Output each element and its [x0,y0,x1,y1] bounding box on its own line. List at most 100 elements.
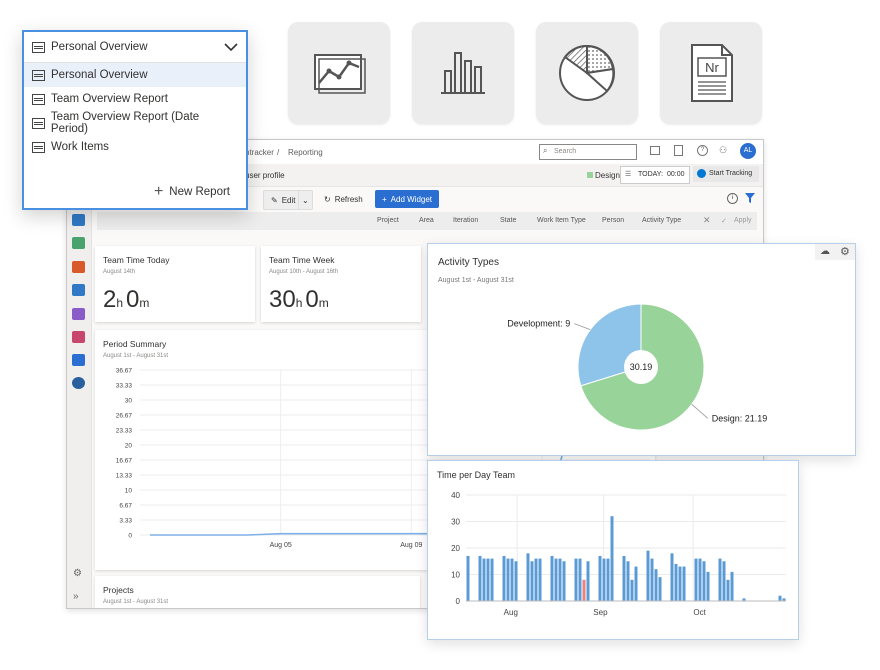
dropdown-item-team-overview-date[interactable]: Team Overview Report (Date Period) [24,111,246,135]
minutes-unit: m [318,296,329,310]
selected-report-label: Personal Overview [51,41,148,53]
collapse-icon[interactable]: » [73,591,79,602]
bar [514,561,518,601]
play-icon [697,169,706,178]
bar [646,550,650,601]
chart-area-tile[interactable] [288,22,390,124]
github-icon[interactable] [72,377,85,389]
bar [602,558,606,601]
timetracker-icon[interactable] [72,354,85,366]
profile-label[interactable]: user profile [245,171,285,180]
card-date: August 1st - August 31st [103,599,169,605]
add-widget-label: Add Widget [390,194,433,204]
bar [482,558,486,601]
left-nav-rail: ⚙ » [67,186,92,608]
hours-unit: h [116,296,124,310]
bar [538,558,542,601]
chevron-down-icon[interactable] [224,42,238,52]
bar [478,555,482,601]
bar [578,558,582,601]
bar-chart-tile[interactable] [412,22,514,124]
bar [490,558,494,601]
nr-document-tile[interactable]: Nr [660,22,762,124]
activity-types-chart: 30.19 Design: 21.19 Development: 9 [507,303,767,431]
boards-icon[interactable] [72,214,85,226]
clipboard-icon[interactable] [674,145,683,156]
time-per-day-widget: Time per Day Team 40 30 20 10 0 Aug Sep Oct [427,460,799,640]
filter-project[interactable]: Project [377,217,399,224]
artifacts-icon[interactable] [72,261,85,273]
avatar[interactable]: AL [740,143,756,159]
refresh-button[interactable]: ↻ Refresh [317,190,370,208]
search-input[interactable]: ⌕ Search [539,144,637,160]
breadcrumb-separator: / [277,148,280,157]
y-tick-label: 30 [125,398,133,405]
card-date: August 1st - August 31st [103,353,169,359]
x-tick-label: Oct [693,608,706,617]
filter-state[interactable]: State [500,217,516,224]
user-settings-icon[interactable]: ⚇ [719,145,727,156]
search-placeholder: Search [554,148,577,155]
dropdown-item-label: Personal Overview [51,69,148,81]
hours-unit: h [295,296,303,310]
chart-area-icon [314,54,366,94]
dropdown-item-personal-overview[interactable]: Personal Overview [24,63,246,87]
bar [550,555,554,601]
bar [466,555,470,601]
test-plans-icon[interactable] [72,308,85,320]
apply-button[interactable]: Apply [734,217,752,224]
bar [582,579,586,601]
pie-data-label: Development: 9 [507,319,570,329]
breadcrumb-part1[interactable]: ntracker [245,148,274,157]
bar [506,558,510,601]
filter-activity-type[interactable]: Activity Type [642,217,681,224]
add-widget-button[interactable]: + Add Widget [375,190,440,208]
filter-iteration[interactable]: Iteration [453,217,478,224]
bar [558,558,562,601]
today-timer[interactable]: ☰ TODAY: 00:00 [620,166,690,184]
team-time-today-value: 2 h 0 m [103,286,149,314]
help-icon[interactable]: ? [697,145,708,156]
gear-icon[interactable]: ⚙ [73,568,82,579]
dropdown-item-work-items[interactable]: Work Items [24,135,246,159]
edit-label: Edit [281,195,296,205]
report-dropdown-header[interactable]: Personal Overview [24,32,246,63]
start-tracking-button[interactable]: Start Tracking [693,166,759,182]
filter-icon[interactable] [745,193,755,203]
bar [682,566,686,601]
y-tick-label: 36.67 [116,368,133,375]
report-dropdown[interactable]: Personal Overview Personal Overview Team… [22,30,248,210]
nr-document-icon: Nr [691,44,733,102]
pie-chart-tile[interactable] [536,22,638,124]
info-icon[interactable]: i [727,193,738,204]
team-time-week-value: 30 h 0 m [269,286,329,314]
close-icon[interactable]: ✕ [703,215,711,226]
extensions-icon[interactable] [72,331,85,343]
edit-menu-button[interactable]: ⌄ [298,190,313,210]
new-report-button[interactable]: + New Report [154,184,230,200]
list-icon[interactable] [650,146,660,155]
dropdown-item-team-overview[interactable]: Team Overview Report [24,87,246,111]
bar [674,563,678,601]
report-icon [32,41,45,53]
pipelines-icon[interactable] [72,284,85,296]
bar [658,577,662,601]
filter-person[interactable]: Person [602,217,624,224]
filter-area[interactable]: Area [419,217,434,224]
bar [606,558,610,601]
repos-icon[interactable] [72,237,85,249]
filter-work-item-type[interactable]: Work Item Type [537,217,586,224]
report-icon [32,93,45,105]
y-tick-label: 20 [125,443,133,450]
breadcrumb-part2[interactable]: Reporting [288,148,323,157]
report-icon [32,117,45,129]
filter-bar: Project Area Iteration State Work Item T… [97,212,757,230]
y-tick-label: 0 [456,597,461,606]
refresh-label: Refresh [334,194,363,204]
card-date: August 10th - August 16th [269,269,339,275]
y-tick-label: 26.67 [116,412,133,419]
team-time-week-card: Team Time Week August 10th - August 16th… [261,246,421,322]
bar [670,553,674,601]
nr-text: Nr [705,60,719,75]
x-tick-label: Aug [504,608,518,617]
